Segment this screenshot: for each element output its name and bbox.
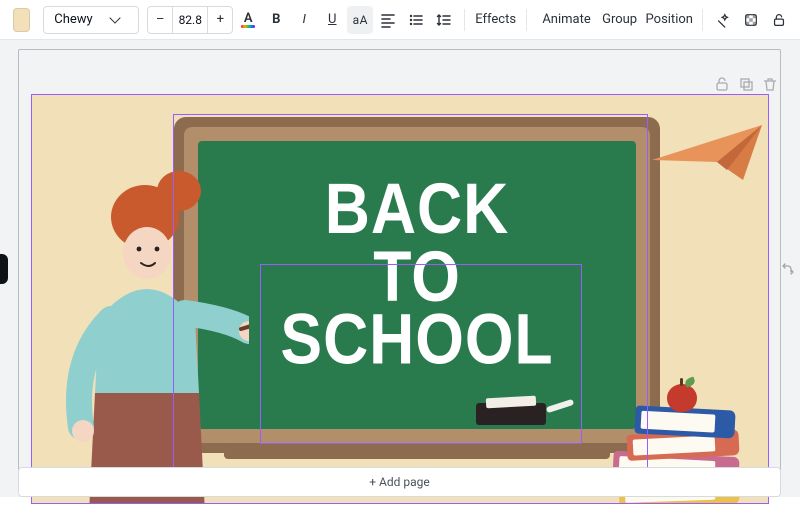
spacing-button[interactable] <box>431 6 457 34</box>
list-button[interactable] <box>403 6 429 34</box>
font-family-value: Chewy <box>54 12 92 27</box>
font-size-value[interactable]: 82.8 <box>172 7 208 33</box>
editor-toolbar: Chewy – 82.8 + A B I U aA Effects Animat… <box>0 0 800 40</box>
position-button[interactable]: Position <box>643 6 695 34</box>
italic-button[interactable]: I <box>291 6 317 34</box>
font-size-decrease-button[interactable]: – <box>148 7 172 33</box>
line-spacing-icon <box>436 12 452 28</box>
font-size-stepper: – 82.8 + <box>147 6 233 34</box>
text-color-button[interactable]: A <box>235 6 261 34</box>
group-button[interactable]: Group <box>598 6 641 34</box>
delete-mini-icon[interactable] <box>762 76 778 92</box>
font-size-increase-button[interactable]: + <box>208 7 232 33</box>
magic-wand-icon <box>715 11 731 29</box>
align-left-icon <box>380 12 396 28</box>
underline-button[interactable]: U <box>319 6 345 34</box>
design-canvas[interactable]: BACK TO SCHOOL <box>31 94 769 504</box>
teacher-graphic[interactable] <box>39 169 249 504</box>
chalk-graphic <box>546 399 574 413</box>
letter-case-button[interactable]: aA <box>347 6 373 34</box>
add-page-button[interactable]: + Add page <box>18 467 781 497</box>
apple-graphic <box>667 384 697 412</box>
color-underline-icon <box>241 25 255 28</box>
lock-icon <box>771 11 787 29</box>
lock-button[interactable] <box>766 6 792 34</box>
copy-style-button[interactable] <box>710 6 736 34</box>
eraser-graphic <box>476 403 546 425</box>
chevron-down-icon <box>109 12 120 23</box>
list-icon <box>408 12 424 28</box>
animate-button[interactable]: Animate <box>534 6 594 34</box>
lock-mini-icon[interactable] <box>714 76 730 92</box>
side-panel-handle[interactable] <box>0 254 8 284</box>
toolbar-divider <box>526 9 527 31</box>
page-action-icons <box>714 76 778 92</box>
bold-button[interactable]: B <box>263 6 289 34</box>
workspace: BACK TO SCHOOL <box>0 40 800 497</box>
resize-rail-icon[interactable] <box>779 260 797 278</box>
duplicate-mini-icon[interactable] <box>738 76 754 92</box>
transparency-button[interactable] <box>738 6 764 34</box>
headline-text[interactable]: BACK TO SCHOOL <box>269 178 566 372</box>
font-family-select[interactable]: Chewy <box>43 6 139 34</box>
effects-button[interactable]: Effects <box>472 6 519 34</box>
fill-color-swatch[interactable] <box>8 6 35 34</box>
toolbar-divider <box>702 9 703 31</box>
text-align-button[interactable] <box>375 6 401 34</box>
transparency-icon <box>743 11 759 29</box>
toolbar-divider <box>464 9 465 31</box>
